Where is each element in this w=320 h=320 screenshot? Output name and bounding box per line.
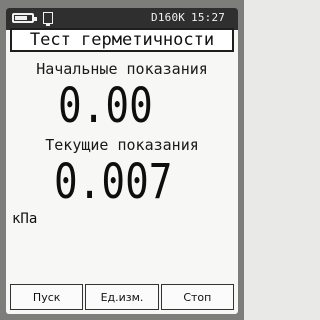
clock: 15:27 [191, 11, 226, 24]
screen: D160K 15:27 Тест герметичности Начальные… [6, 8, 238, 314]
device-id: D160K [151, 11, 186, 24]
unit-label: кПа [12, 211, 38, 227]
start-button[interactable]: Пуск [10, 284, 84, 310]
initial-reading-label: Начальные показания [36, 60, 208, 78]
initial-reading-value: 0.00 [58, 78, 153, 134]
current-reading-value: 0.007 [54, 154, 173, 210]
device-frame: D160K 15:27 Тест герметичности Начальные… [0, 0, 244, 320]
usb-icon [43, 12, 53, 26]
battery-icon [12, 13, 37, 23]
status-bar: D160K 15:27 [6, 8, 238, 30]
battery-level-fill [15, 16, 27, 20]
units-button[interactable]: Ед.изм. [85, 284, 159, 310]
current-reading-label: Текущие показания [45, 136, 199, 154]
page-title: Тест герметичности [10, 28, 234, 52]
stop-button[interactable]: Стоп [160, 284, 234, 310]
softkey-bar: Пуск Ед.изм. Стоп [10, 284, 234, 310]
